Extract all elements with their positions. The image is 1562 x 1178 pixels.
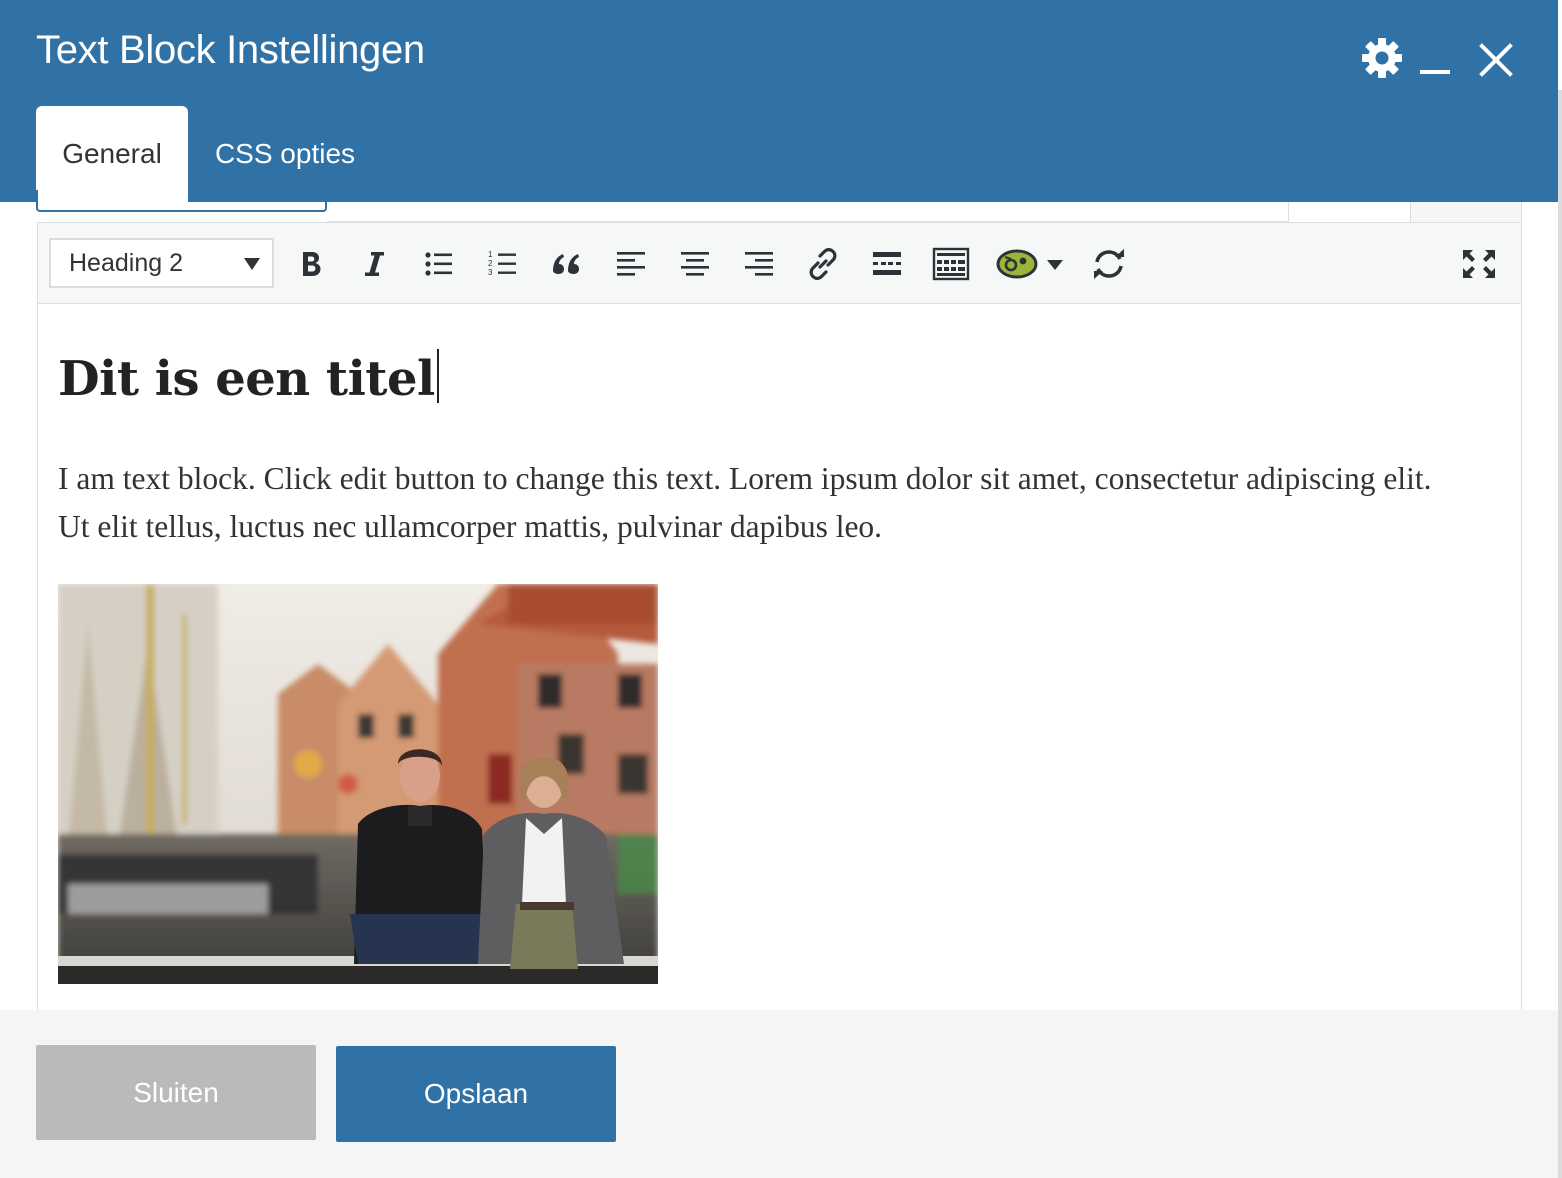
hidden-field-edge (36, 190, 327, 212)
read-more-button[interactable] (864, 241, 910, 287)
read-more-icon (873, 252, 901, 275)
refresh-icon (1094, 249, 1124, 279)
plugin-dropdown-button[interactable] (1042, 241, 1068, 287)
content-image[interactable] (58, 584, 658, 984)
tab-general[interactable]: General (36, 106, 188, 202)
svg-text:1: 1 (488, 250, 493, 259)
numbered-list-button[interactable]: 123 (480, 241, 526, 287)
gear-icon (1362, 38, 1402, 78)
chevron-down-icon (244, 258, 260, 270)
align-left-button[interactable] (608, 241, 654, 287)
align-right-icon (745, 252, 773, 276)
dialog-title: Text Block Instellingen (36, 28, 425, 72)
format-select[interactable]: Heading 2 (49, 238, 274, 288)
bold-icon (303, 252, 321, 276)
svg-text:2: 2 (488, 259, 493, 268)
content-heading[interactable]: Dit is een titel (58, 349, 439, 407)
align-center-icon (681, 252, 709, 276)
bulleted-list-button[interactable] (416, 241, 462, 287)
close-icon (1479, 43, 1513, 77)
hidden-field-edge (327, 202, 1289, 222)
svg-text:3: 3 (488, 268, 493, 277)
italic-icon (365, 252, 384, 276)
link-icon (809, 248, 837, 280)
background-edge-top (1558, 0, 1562, 90)
numbered-list-icon: 123 (488, 250, 516, 277)
bold-button[interactable] (288, 241, 334, 287)
plugin-icon (996, 249, 1038, 279)
editor-toolbar: Heading 2 1 2 3 (38, 223, 1521, 304)
content-heading-text: Dit is een titel (58, 351, 435, 407)
plugin-button[interactable] (992, 241, 1042, 287)
fullscreen-button[interactable] (1456, 241, 1502, 287)
text-cursor (436, 349, 439, 403)
fullscreen-icon (1463, 250, 1495, 278)
blockquote-icon (553, 254, 579, 274)
dialog-header: Text Block Instellingen General CSS opti… (0, 0, 1558, 202)
align-right-button[interactable] (736, 241, 782, 287)
save-button[interactable]: Opslaan (336, 1046, 616, 1142)
settings-button[interactable] (1360, 36, 1404, 80)
align-center-button[interactable] (672, 241, 718, 287)
close-button[interactable]: Sluiten (36, 1045, 316, 1140)
italic-button[interactable] (351, 241, 397, 287)
minimize-icon (1420, 70, 1450, 74)
close-dialog-button[interactable] (1474, 38, 1518, 82)
photo-illustration (58, 584, 658, 984)
tab-css-options[interactable]: CSS opties (196, 106, 374, 202)
toolbar-toggle-button[interactable] (928, 241, 974, 287)
dropdown-arrow-icon (1047, 260, 1063, 270)
background-edge (1558, 0, 1562, 1178)
editor-mode-tab-edge (1410, 202, 1522, 222)
insert-link-button[interactable] (800, 241, 846, 287)
align-left-icon (617, 252, 645, 276)
blockquote-button[interactable] (544, 241, 590, 287)
content-paragraph[interactable]: I am text block. Click edit button to ch… (58, 455, 1438, 551)
minimize-button[interactable] (1418, 36, 1454, 80)
bulleted-list-icon (425, 252, 452, 276)
refresh-button[interactable] (1086, 241, 1132, 287)
toolbar-toggle-icon (932, 247, 970, 281)
format-select-value: Heading 2 (69, 248, 183, 277)
dialog-footer: Sluiten Opslaan (0, 1010, 1558, 1178)
